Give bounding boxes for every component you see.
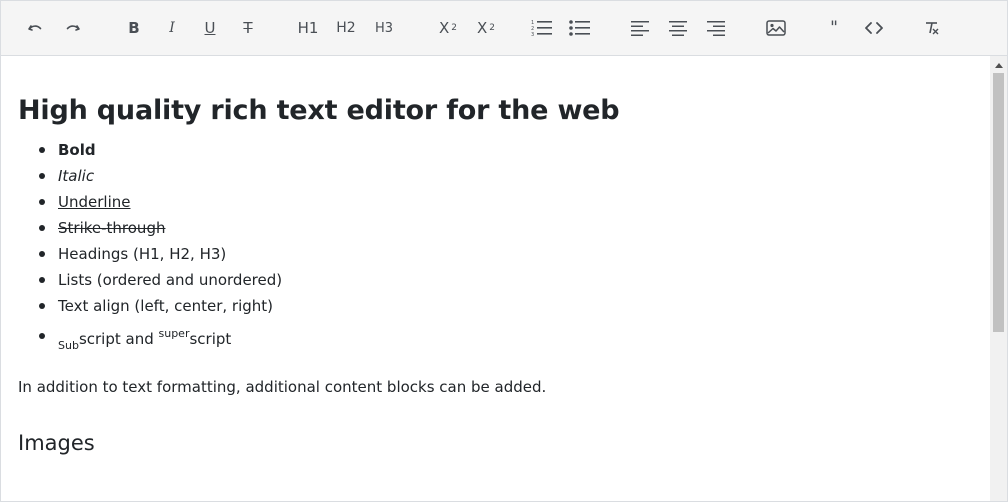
subscript-label: X (438, 19, 450, 37)
superscript-mark: 2 (489, 23, 495, 33)
superscript-label: X (476, 19, 488, 37)
insert-image-button[interactable] (760, 12, 792, 44)
align-right-button[interactable] (700, 12, 732, 44)
vertical-scrollbar[interactable] (990, 56, 1007, 501)
list-item-headings: Headings (H1, H2, H3) (39, 241, 972, 267)
superscript-button[interactable]: X2 (470, 12, 502, 44)
undo-button[interactable] (19, 12, 51, 44)
list-item-italic: Italic (39, 163, 972, 189)
heading-3-button[interactable]: H3 (368, 12, 400, 44)
align-left-button[interactable] (624, 12, 656, 44)
bullet-list-icon (569, 20, 590, 36)
undo-icon (28, 25, 42, 31)
document-title: High quality rich text editor for the we… (18, 95, 620, 126)
subscript-button[interactable]: X2 (432, 12, 464, 44)
scroll-thumb[interactable] (993, 73, 1004, 332)
align-left-icon (631, 21, 649, 36)
list-item-align: Text align (left, center, right) (39, 293, 972, 319)
clear-formatting-button[interactable] (916, 12, 948, 44)
editor-toolbar: B I U T H1 H2 H3 X2 X2 1 2 3 " (1, 1, 1007, 56)
italic-button[interactable]: I (156, 12, 188, 44)
bold-button[interactable]: B (118, 12, 150, 44)
align-right-icon (707, 21, 725, 36)
code-icon (865, 22, 883, 34)
scroll-up-arrow[interactable] (990, 56, 1007, 73)
list-item-lists: Lists (ordered and unordered) (39, 267, 972, 293)
align-center-icon (669, 21, 687, 36)
list-item-underline: Underline (39, 189, 972, 215)
list-item-sub-superscript: Subscript and superscript (39, 319, 972, 361)
list-item-bold: Bold (39, 137, 972, 163)
subscript-rest: script and (78, 330, 159, 348)
code-button[interactable] (858, 12, 890, 44)
heading-1-button[interactable]: H1 (292, 12, 324, 44)
strikethrough-button[interactable]: T (232, 12, 264, 44)
heading-2-button[interactable]: H2 (330, 12, 362, 44)
rich-text-editor: B I U T H1 H2 H3 X2 X2 1 2 3 " High qual… (0, 0, 1008, 502)
subscript-text: Sub (58, 339, 79, 352)
redo-button[interactable] (57, 12, 89, 44)
svg-text:3: 3 (531, 32, 534, 37)
body-paragraph: In addition to text formatting, addition… (18, 378, 547, 396)
clear-format-icon (926, 22, 939, 35)
bullet-list-button[interactable] (564, 12, 596, 44)
subscript-mark: 2 (451, 23, 457, 33)
blockquote-button[interactable]: " (818, 12, 850, 44)
image-icon (766, 20, 786, 36)
superscript-rest: script (189, 330, 232, 348)
section-heading: Images (18, 431, 95, 455)
align-center-button[interactable] (662, 12, 694, 44)
ordered-list-button[interactable]: 1 2 3 (526, 12, 558, 44)
underline-button[interactable]: U (194, 12, 226, 44)
list-item-strike: Strike-through (39, 215, 972, 241)
editor-content[interactable]: High quality rich text editor for the we… (1, 56, 989, 501)
ordered-list-icon: 1 2 3 (531, 20, 552, 37)
redo-icon (66, 25, 80, 31)
feature-list: Bold Italic Underline Strike-through Hea… (18, 137, 972, 361)
superscript-text: super (158, 327, 190, 340)
arrow-up-icon (994, 62, 1003, 68)
